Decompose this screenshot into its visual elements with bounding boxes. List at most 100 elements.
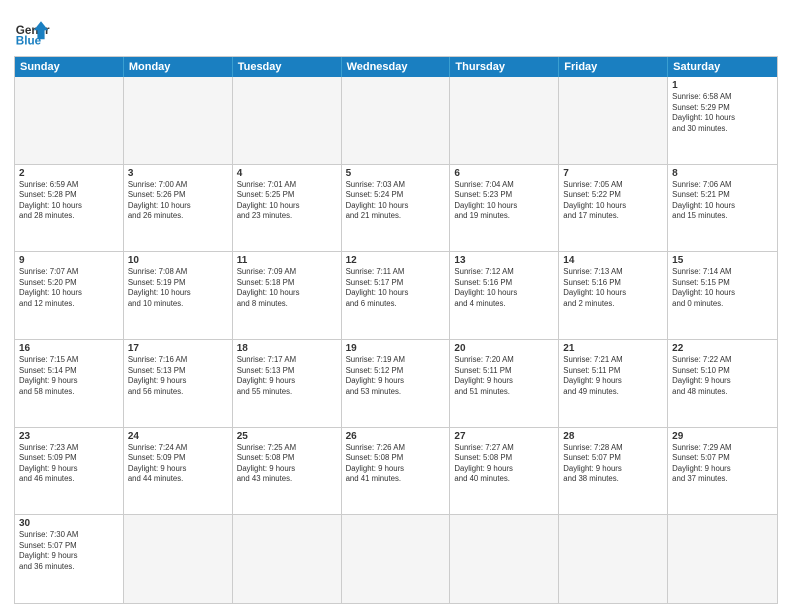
calendar-cell [559, 515, 668, 603]
calendar-header: SundayMondayTuesdayWednesdayThursdayFrid… [15, 57, 777, 77]
day-info: Sunrise: 7:12 AM Sunset: 5:16 PM Dayligh… [454, 267, 554, 309]
day-info: Sunrise: 7:08 AM Sunset: 5:19 PM Dayligh… [128, 267, 228, 309]
calendar-week-5: 23Sunrise: 7:23 AM Sunset: 5:09 PM Dayli… [15, 428, 777, 516]
day-info: Sunrise: 7:25 AM Sunset: 5:08 PM Dayligh… [237, 443, 337, 485]
day-number: 21 [563, 343, 663, 354]
day-info: Sunrise: 7:20 AM Sunset: 5:11 PM Dayligh… [454, 355, 554, 397]
day-number: 25 [237, 431, 337, 442]
day-info: Sunrise: 7:07 AM Sunset: 5:20 PM Dayligh… [19, 267, 119, 309]
day-info: Sunrise: 7:23 AM Sunset: 5:09 PM Dayligh… [19, 443, 119, 485]
calendar-cell: 3Sunrise: 7:00 AM Sunset: 5:26 PM Daylig… [124, 165, 233, 252]
day-number: 12 [346, 255, 446, 266]
day-info: Sunrise: 7:04 AM Sunset: 5:23 PM Dayligh… [454, 180, 554, 222]
day-number: 23 [19, 431, 119, 442]
calendar-cell: 14Sunrise: 7:13 AM Sunset: 5:16 PM Dayli… [559, 252, 668, 339]
calendar-cell: 8Sunrise: 7:06 AM Sunset: 5:21 PM Daylig… [668, 165, 777, 252]
calendar-cell: 28Sunrise: 7:28 AM Sunset: 5:07 PM Dayli… [559, 428, 668, 515]
day-number: 16 [19, 343, 119, 354]
calendar-week-1: 1Sunrise: 6:58 AM Sunset: 5:29 PM Daylig… [15, 77, 777, 165]
calendar-cell: 23Sunrise: 7:23 AM Sunset: 5:09 PM Dayli… [15, 428, 124, 515]
calendar-cell: 17Sunrise: 7:16 AM Sunset: 5:13 PM Dayli… [124, 340, 233, 427]
header-day-wednesday: Wednesday [342, 57, 451, 77]
calendar-cell: 30Sunrise: 7:30 AM Sunset: 5:07 PM Dayli… [15, 515, 124, 603]
day-number: 28 [563, 431, 663, 442]
day-info: Sunrise: 7:09 AM Sunset: 5:18 PM Dayligh… [237, 267, 337, 309]
day-number: 3 [128, 168, 228, 179]
calendar-body: 1Sunrise: 6:58 AM Sunset: 5:29 PM Daylig… [15, 77, 777, 603]
day-info: Sunrise: 7:01 AM Sunset: 5:25 PM Dayligh… [237, 180, 337, 222]
day-info: Sunrise: 7:29 AM Sunset: 5:07 PM Dayligh… [672, 443, 773, 485]
day-number: 7 [563, 168, 663, 179]
calendar-cell [668, 515, 777, 603]
calendar-cell: 16Sunrise: 7:15 AM Sunset: 5:14 PM Dayli… [15, 340, 124, 427]
calendar-cell: 2Sunrise: 6:59 AM Sunset: 5:28 PM Daylig… [15, 165, 124, 252]
day-number: 8 [672, 168, 773, 179]
calendar: SundayMondayTuesdayWednesdayThursdayFrid… [14, 56, 778, 604]
day-number: 2 [19, 168, 119, 179]
day-number: 20 [454, 343, 554, 354]
calendar-cell: 5Sunrise: 7:03 AM Sunset: 5:24 PM Daylig… [342, 165, 451, 252]
calendar-cell: 9Sunrise: 7:07 AM Sunset: 5:20 PM Daylig… [15, 252, 124, 339]
page-header: General Blue [14, 10, 778, 50]
day-info: Sunrise: 6:59 AM Sunset: 5:28 PM Dayligh… [19, 180, 119, 222]
day-info: Sunrise: 7:26 AM Sunset: 5:08 PM Dayligh… [346, 443, 446, 485]
calendar-cell: 11Sunrise: 7:09 AM Sunset: 5:18 PM Dayli… [233, 252, 342, 339]
day-number: 24 [128, 431, 228, 442]
day-info: Sunrise: 7:16 AM Sunset: 5:13 PM Dayligh… [128, 355, 228, 397]
calendar-week-6: 30Sunrise: 7:30 AM Sunset: 5:07 PM Dayli… [15, 515, 777, 603]
day-info: Sunrise: 6:58 AM Sunset: 5:29 PM Dayligh… [672, 92, 773, 134]
day-number: 13 [454, 255, 554, 266]
day-number: 27 [454, 431, 554, 442]
calendar-cell: 18Sunrise: 7:17 AM Sunset: 5:13 PM Dayli… [233, 340, 342, 427]
header-day-saturday: Saturday [668, 57, 777, 77]
day-number: 22 [672, 343, 773, 354]
calendar-week-3: 9Sunrise: 7:07 AM Sunset: 5:20 PM Daylig… [15, 252, 777, 340]
day-info: Sunrise: 7:13 AM Sunset: 5:16 PM Dayligh… [563, 267, 663, 309]
day-number: 5 [346, 168, 446, 179]
day-info: Sunrise: 7:14 AM Sunset: 5:15 PM Dayligh… [672, 267, 773, 309]
day-info: Sunrise: 7:00 AM Sunset: 5:26 PM Dayligh… [128, 180, 228, 222]
day-info: Sunrise: 7:19 AM Sunset: 5:12 PM Dayligh… [346, 355, 446, 397]
calendar-cell: 13Sunrise: 7:12 AM Sunset: 5:16 PM Dayli… [450, 252, 559, 339]
calendar-cell: 22Sunrise: 7:22 AM Sunset: 5:10 PM Dayli… [668, 340, 777, 427]
day-info: Sunrise: 7:24 AM Sunset: 5:09 PM Dayligh… [128, 443, 228, 485]
day-info: Sunrise: 7:27 AM Sunset: 5:08 PM Dayligh… [454, 443, 554, 485]
day-number: 10 [128, 255, 228, 266]
day-info: Sunrise: 7:03 AM Sunset: 5:24 PM Dayligh… [346, 180, 446, 222]
day-info: Sunrise: 7:15 AM Sunset: 5:14 PM Dayligh… [19, 355, 119, 397]
day-number: 14 [563, 255, 663, 266]
calendar-cell [233, 515, 342, 603]
day-info: Sunrise: 7:06 AM Sunset: 5:21 PM Dayligh… [672, 180, 773, 222]
calendar-cell [342, 515, 451, 603]
day-number: 4 [237, 168, 337, 179]
calendar-cell: 10Sunrise: 7:08 AM Sunset: 5:19 PM Dayli… [124, 252, 233, 339]
calendar-cell: 15Sunrise: 7:14 AM Sunset: 5:15 PM Dayli… [668, 252, 777, 339]
calendar-cell: 25Sunrise: 7:25 AM Sunset: 5:08 PM Dayli… [233, 428, 342, 515]
day-number: 26 [346, 431, 446, 442]
calendar-cell [450, 77, 559, 164]
day-number: 11 [237, 255, 337, 266]
day-info: Sunrise: 7:30 AM Sunset: 5:07 PM Dayligh… [19, 530, 119, 572]
day-info: Sunrise: 7:21 AM Sunset: 5:11 PM Dayligh… [563, 355, 663, 397]
day-number: 29 [672, 431, 773, 442]
day-info: Sunrise: 7:22 AM Sunset: 5:10 PM Dayligh… [672, 355, 773, 397]
day-number: 18 [237, 343, 337, 354]
calendar-cell: 4Sunrise: 7:01 AM Sunset: 5:25 PM Daylig… [233, 165, 342, 252]
day-info: Sunrise: 7:17 AM Sunset: 5:13 PM Dayligh… [237, 355, 337, 397]
calendar-cell: 29Sunrise: 7:29 AM Sunset: 5:07 PM Dayli… [668, 428, 777, 515]
day-number: 6 [454, 168, 554, 179]
calendar-cell: 27Sunrise: 7:27 AM Sunset: 5:08 PM Dayli… [450, 428, 559, 515]
calendar-week-2: 2Sunrise: 6:59 AM Sunset: 5:28 PM Daylig… [15, 165, 777, 253]
day-info: Sunrise: 7:05 AM Sunset: 5:22 PM Dayligh… [563, 180, 663, 222]
calendar-cell [124, 515, 233, 603]
calendar-week-4: 16Sunrise: 7:15 AM Sunset: 5:14 PM Dayli… [15, 340, 777, 428]
day-info: Sunrise: 7:11 AM Sunset: 5:17 PM Dayligh… [346, 267, 446, 309]
calendar-cell [450, 515, 559, 603]
header-day-friday: Friday [559, 57, 668, 77]
calendar-cell: 26Sunrise: 7:26 AM Sunset: 5:08 PM Dayli… [342, 428, 451, 515]
calendar-cell [342, 77, 451, 164]
day-number: 17 [128, 343, 228, 354]
day-number: 30 [19, 518, 119, 529]
calendar-cell: 12Sunrise: 7:11 AM Sunset: 5:17 PM Dayli… [342, 252, 451, 339]
day-info: Sunrise: 7:28 AM Sunset: 5:07 PM Dayligh… [563, 443, 663, 485]
